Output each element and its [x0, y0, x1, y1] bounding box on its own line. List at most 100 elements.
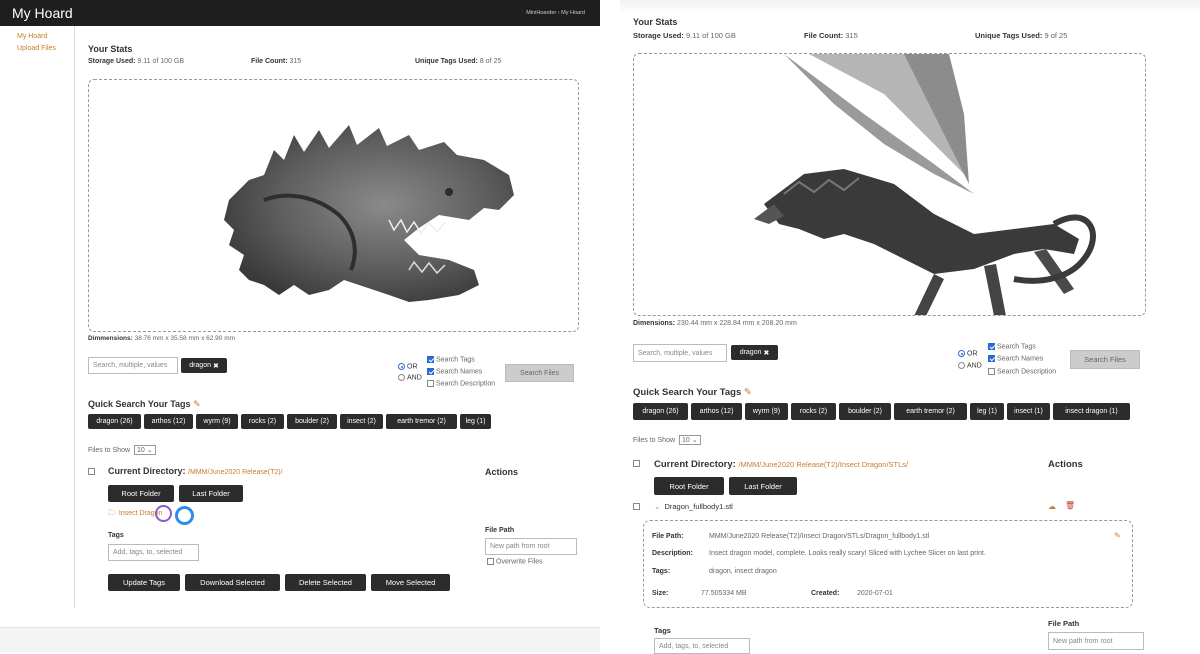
quick-tag[interactable]: wyrm (9)	[196, 414, 238, 429]
current-directory-path[interactable]: /MMM/June2020 Release(T2)/Insect Dragon/…	[738, 460, 908, 469]
model-viewer[interactable]	[633, 53, 1146, 316]
select-all-checkbox[interactable]	[633, 460, 640, 467]
file-path-input[interactable]: New path from root	[1048, 632, 1144, 650]
footer-bar	[0, 627, 600, 652]
search-mode-and[interactable]: AND	[398, 374, 422, 381]
file-name[interactable]: Dragon_fullbody1.stl	[664, 502, 732, 511]
search-description-label: Search Description	[436, 380, 496, 388]
file-row[interactable]: ⌄ Dragon_fullbody1.stl	[654, 502, 733, 511]
quick-tag[interactable]: earth tremor (2)	[386, 414, 457, 429]
delete-selected-button[interactable]: Delete Selected	[285, 574, 366, 591]
tags-input[interactable]: Add, tags, to, selected	[108, 544, 199, 561]
search-chip-dragon[interactable]: dragon ✖	[181, 358, 227, 373]
details-filepath-value: MMM/June2020 Release(T2)/Insect Dragon/S…	[709, 533, 930, 540]
quick-tag[interactable]: rocks (2)	[241, 414, 284, 429]
quick-tag[interactable]: earth tremor (2)	[894, 403, 967, 420]
current-directory: Current Directory: /MMM/June2020 Release…	[654, 459, 908, 470]
quick-tag[interactable]: leg (1)	[460, 414, 491, 429]
sidebar-item-my-hoard[interactable]: My Hoard	[17, 33, 47, 40]
chip-label: dragon	[189, 362, 211, 369]
files-to-show-value: 10	[136, 447, 145, 454]
quick-tag[interactable]: leg (1)	[970, 403, 1004, 420]
move-selected-button[interactable]: Move Selected	[371, 574, 450, 591]
search-tags-checkbox[interactable]: Search Tags	[427, 356, 475, 363]
overwrite-files-label: Overwrite Files	[496, 558, 543, 566]
file-count-stat: File Count: 315	[251, 58, 301, 65]
overwrite-files-checkbox[interactable]: Overwrite Files	[487, 558, 543, 565]
dimensions-label: Dimmensions:	[88, 335, 133, 342]
root-folder-button[interactable]: Root Folder	[654, 477, 724, 495]
dimensions-value: 38.76 mm x 35.58 mm x 62.90 mm	[134, 335, 236, 342]
quick-tag[interactable]: boulder (2)	[287, 414, 337, 429]
chip-close-icon[interactable]: ✖	[763, 349, 769, 357]
radio-or-label: OR	[407, 363, 418, 371]
quick-search-title: Quick Search Your Tags	[88, 399, 191, 409]
dimensions-readout: Dimmensions: 38.76 mm x 35.58 mm x 62.90…	[88, 335, 235, 342]
search-description-checkbox[interactable]: Search Description	[988, 368, 1056, 375]
search-mode-or[interactable]: OR	[958, 350, 978, 357]
search-input[interactable]: Search, multiple, values	[88, 357, 178, 374]
chevron-down-icon[interactable]: ⌄	[654, 502, 660, 511]
quick-tag[interactable]: wyrm (9)	[745, 403, 788, 420]
storage-value: 9.11 of 100 GB	[685, 31, 736, 40]
files-to-show-select[interactable]: 10 ⌄	[678, 435, 701, 445]
file-path-label: File Path	[485, 527, 515, 534]
unique-tags-value: 9 of 25	[1044, 31, 1068, 40]
breadcrumb-root[interactable]: MiniHoarder	[526, 10, 556, 16]
quick-tag[interactable]: arthos (12)	[691, 403, 742, 420]
search-chip-dragon[interactable]: dragon ✖	[731, 345, 778, 360]
pencil-icon[interactable]: ✎	[193, 399, 201, 409]
quick-tag[interactable]: insect (2)	[340, 414, 383, 429]
storage-label: Storage Used:	[88, 58, 136, 65]
search-placeholder: Search, multiple, values	[93, 362, 168, 369]
download-cloud-icon[interactable]: ☁	[1048, 502, 1056, 511]
select-all-checkbox[interactable]	[88, 468, 95, 475]
radio-and-icon	[398, 374, 405, 381]
file-count-label: File Count:	[804, 31, 844, 40]
file-path-input[interactable]: New path from root	[485, 538, 577, 555]
search-tags-checkbox[interactable]: Search Tags	[988, 343, 1036, 350]
files-to-show-select[interactable]: 10 ⌄	[133, 445, 156, 455]
quick-tag[interactable]: rocks (2)	[791, 403, 836, 420]
search-mode-or[interactable]: OR	[398, 363, 418, 370]
root-folder-button[interactable]: Root Folder	[108, 485, 174, 502]
sidebar-item-upload-files[interactable]: Upload Files	[17, 45, 56, 52]
trash-icon[interactable]: 🗑	[1065, 501, 1075, 510]
edit-pencil-icon[interactable]: ✎	[1114, 531, 1121, 540]
search-files-button[interactable]: Search Files	[505, 364, 574, 382]
chip-close-icon[interactable]: ✖	[213, 362, 219, 370]
checkbox-icon	[427, 356, 434, 363]
radio-and-label: AND	[407, 374, 422, 382]
search-input[interactable]: Search, multiple, values	[633, 344, 727, 362]
current-directory-path[interactable]: /MMM/June2020 Release(T2)/	[188, 469, 283, 476]
storage-stat: Storage Used: 9.11 of 100 GB	[633, 31, 736, 40]
sidebar: My Hoard Upload Files	[0, 26, 75, 608]
app-header: My Hoard MiniHoarder › My Hoard	[0, 0, 600, 26]
checkbox-icon	[988, 355, 995, 362]
unique-tags-stat: Unique Tags Used: 8 of 25	[415, 58, 501, 65]
file-row-checkbox[interactable]	[633, 503, 640, 510]
stats-heading: Your Stats	[633, 17, 678, 27]
quick-tag[interactable]: insect dragon (1)	[1053, 403, 1130, 420]
quick-tag[interactable]: boulder (2)	[839, 403, 891, 420]
update-tags-button[interactable]: Update Tags	[108, 574, 180, 591]
click-indicator-ring-purple	[155, 505, 172, 522]
search-names-checkbox[interactable]: Search Names	[988, 355, 1043, 362]
search-names-checkbox[interactable]: Search Names	[427, 368, 482, 375]
search-placeholder: Search, multiple, values	[638, 349, 713, 357]
search-description-checkbox[interactable]: Search Description	[427, 380, 495, 387]
search-mode-and[interactable]: AND	[958, 362, 982, 369]
model-viewer[interactable]	[88, 79, 579, 332]
quick-tag[interactable]: arthos (12)	[144, 414, 193, 429]
last-folder-button[interactable]: Last Folder	[179, 485, 243, 502]
download-selected-button[interactable]: Download Selected	[185, 574, 280, 591]
dragon-head-model-image	[224, 125, 514, 302]
search-files-button[interactable]: Search Files	[1070, 350, 1140, 369]
file-details-card: File Path: MMM/June2020 Release(T2)/Inse…	[643, 520, 1133, 608]
pencil-icon[interactable]: ✎	[744, 387, 752, 398]
quick-tag[interactable]: insect (1)	[1007, 403, 1050, 420]
files-to-show: Files to Show 10 ⌄	[633, 435, 701, 445]
quick-tag[interactable]: dragon (26)	[633, 403, 688, 420]
quick-tag[interactable]: dragon (26)	[88, 414, 141, 429]
last-folder-button[interactable]: Last Folder	[729, 477, 797, 495]
